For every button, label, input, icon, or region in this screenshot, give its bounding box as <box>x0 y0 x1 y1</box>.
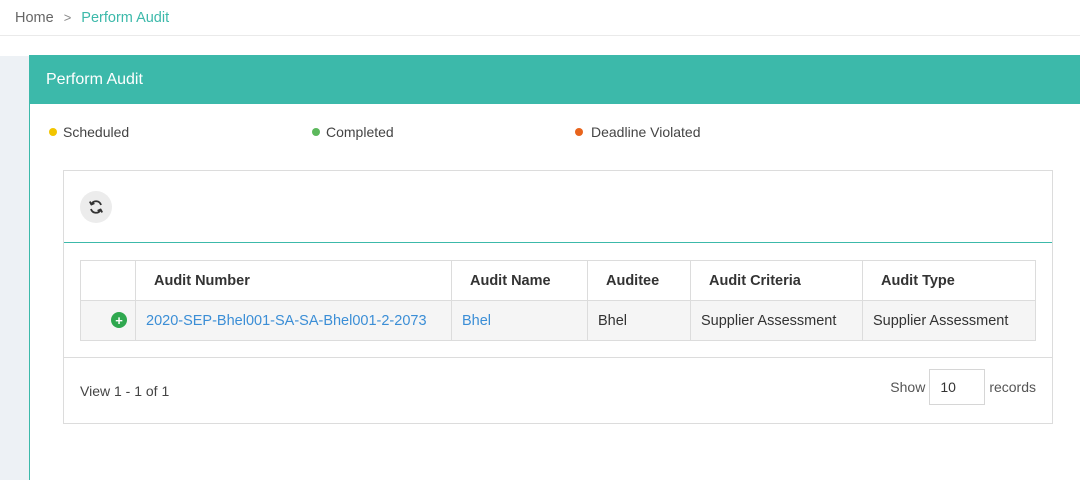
table-row[interactable]: + 2020-SEP-Bhel001-SA-SA-Bhel001-2-2073 … <box>80 300 1036 341</box>
legend-scheduled-label: Scheduled <box>63 124 130 140</box>
expand-row-icon[interactable]: + <box>111 312 127 329</box>
breadcrumb-current[interactable]: Perform Audit <box>81 10 169 26</box>
status-legend: Scheduled Completed Deadline Violated <box>30 124 1080 144</box>
breadcrumb: Home > Perform Audit <box>0 0 1080 36</box>
column-header-audit-criteria[interactable]: Audit Criteria <box>690 260 863 301</box>
refresh-button[interactable] <box>80 191 112 223</box>
column-header-audit-type[interactable]: Audit Type <box>862 260 1036 301</box>
column-header-auditee[interactable]: Auditee <box>587 260 691 301</box>
records-label: records <box>989 379 1036 395</box>
pager-info: View 1 - 1 of 1 <box>80 383 170 399</box>
page-size-control: Show records <box>890 369 1036 405</box>
grid-footer-divider <box>64 357 1052 358</box>
table-header-row: Audit Number Audit Name Auditee Audit Cr… <box>80 260 1036 301</box>
breadcrumb-home[interactable]: Home <box>15 10 54 26</box>
show-label: Show <box>890 379 926 395</box>
audit-number-cell: 2020-SEP-Bhel001-SA-SA-Bhel001-2-2073 <box>135 300 452 341</box>
legend-deadline-violated: Deadline Violated <box>575 124 701 140</box>
column-header-audit-name[interactable]: Audit Name <box>451 260 588 301</box>
breadcrumb-separator: > <box>63 10 72 25</box>
audit-table: Audit Number Audit Name Auditee Audit Cr… <box>80 260 1036 341</box>
legend-completed-label: Completed <box>326 124 394 140</box>
audit-name-cell: Bhel <box>451 300 588 341</box>
scheduled-dot-icon <box>49 128 57 136</box>
panel-header: Perform Audit <box>30 56 1080 104</box>
legend-completed: Completed <box>312 124 394 140</box>
auditee-cell: Bhel <box>587 300 691 341</box>
audit-type-cell: Supplier Assessment <box>862 300 1036 341</box>
left-sidebar-strip <box>0 56 30 480</box>
grid-toolbar <box>64 171 1052 243</box>
column-header-expand <box>80 260 136 301</box>
page-size-input[interactable] <box>929 369 986 405</box>
audit-criteria-cell: Supplier Assessment <box>690 300 863 341</box>
audit-name-link[interactable]: Bhel <box>462 313 491 329</box>
expand-cell: + <box>80 300 136 341</box>
refresh-icon <box>89 200 103 214</box>
completed-dot-icon <box>312 128 320 136</box>
audit-grid: Audit Number Audit Name Auditee Audit Cr… <box>63 170 1053 424</box>
perform-audit-panel: Perform Audit Scheduled Completed Deadli… <box>29 55 1080 480</box>
panel-title: Perform Audit <box>46 71 143 88</box>
deadline-violated-dot-icon <box>575 128 583 136</box>
column-header-audit-number[interactable]: Audit Number <box>135 260 452 301</box>
legend-deadline-violated-label: Deadline Violated <box>591 124 701 140</box>
legend-scheduled: Scheduled <box>49 124 129 140</box>
audit-number-link[interactable]: 2020-SEP-Bhel001-SA-SA-Bhel001-2-2073 <box>146 313 427 329</box>
